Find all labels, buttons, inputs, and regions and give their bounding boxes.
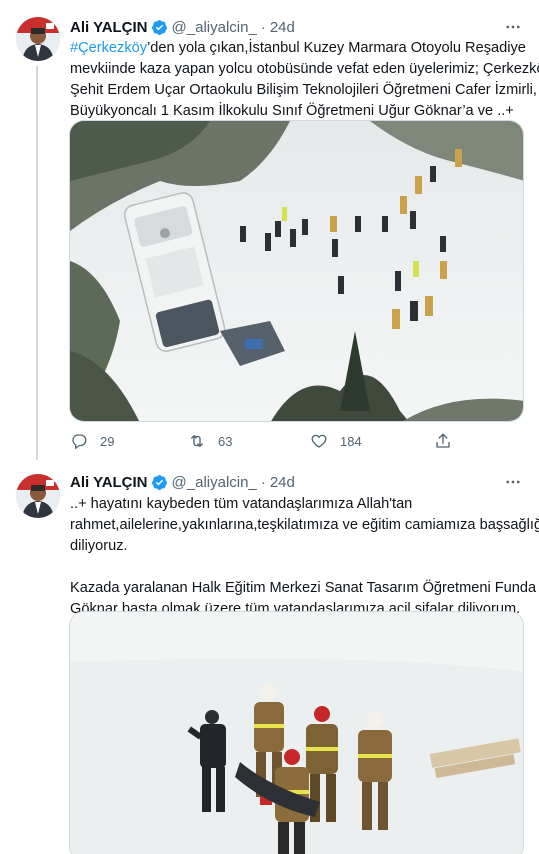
retweet-icon: [191, 435, 203, 447]
author-handle[interactable]: @_aliyalcin_: [172, 19, 257, 36]
like-button[interactable]: 184: [310, 432, 362, 450]
thread-connector-line: [36, 66, 38, 460]
more-icon[interactable]: [503, 17, 523, 37]
like-count: 184: [340, 433, 362, 449]
tweet[interactable]: Ali YALÇIN @_aliyalcin_ · 24d #Çerkezköy…: [0, 0, 539, 460]
timestamp[interactable]: 24d: [270, 474, 295, 491]
author-name[interactable]: Ali YALÇIN: [70, 474, 148, 491]
tweet-header: Ali YALÇIN @_aliyalcin_ · 24d: [70, 472, 295, 492]
verified-badge-icon: [151, 19, 167, 35]
author-name[interactable]: Ali YALÇIN: [70, 19, 148, 36]
avatar[interactable]: [16, 17, 60, 61]
author-handle[interactable]: @_aliyalcin_: [172, 474, 257, 491]
verified-badge-icon: [151, 474, 167, 490]
separator-dot: ·: [260, 473, 266, 491]
tweet-text: ..+ hayatını kaybeden tüm vatandaşlarımı…: [70, 496, 539, 617]
more-icon[interactable]: [503, 472, 523, 492]
hashtag-link[interactable]: #Çerkezköy: [70, 40, 147, 56]
tweet-text: #Çerkezköy’den yola çıkan,İstanbul Kuzey…: [70, 40, 539, 119]
tweet-photo-bus-crash[interactable]: [69, 120, 524, 422]
reply-button[interactable]: 29: [70, 432, 114, 450]
like-icon: [311, 434, 327, 448]
retweet-count: 63: [218, 433, 233, 449]
tweet-header: Ali YALÇIN @_aliyalcin_ · 24d: [70, 17, 295, 37]
retweet-button[interactable]: 63: [188, 432, 232, 450]
avatar[interactable]: [16, 474, 60, 518]
reply-count: 29: [100, 433, 115, 449]
tweet[interactable]: Ali YALÇIN @_aliyalcin_ · 24d ..+ hayatı…: [0, 460, 539, 854]
share-button[interactable]: [434, 432, 464, 450]
timestamp[interactable]: 24d: [270, 19, 295, 36]
tweet-actions: 29 63 184: [70, 432, 470, 454]
separator-dot: ·: [260, 18, 266, 36]
reply-icon: [72, 434, 87, 450]
tweet-photo-rescue-team[interactable]: [69, 611, 524, 854]
share-icon: [436, 433, 450, 448]
